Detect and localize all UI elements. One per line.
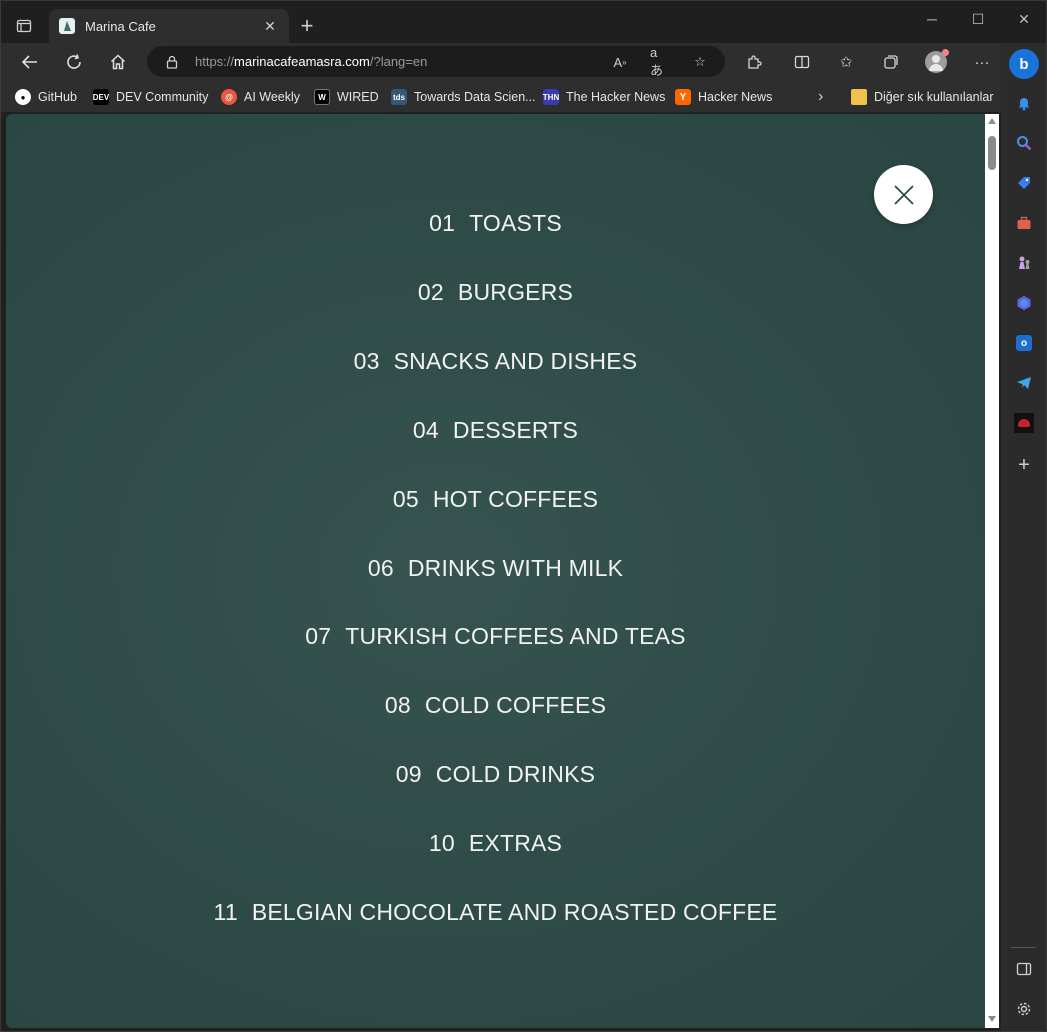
thn-icon: THN (543, 89, 559, 105)
menu-item-extras[interactable]: 10 EXTRAS (6, 830, 985, 857)
bookmark-label: DEV Community (116, 90, 209, 104)
menu-item-burgers[interactable]: 02 BURGERS (6, 279, 985, 306)
bookmark-label: GitHub (38, 90, 77, 104)
bookmark-label: Hacker News (698, 90, 773, 104)
bookmark-label: The Hacker News (566, 90, 666, 104)
ycombinator-icon: Y (675, 89, 691, 105)
bookmark-label: AI Weekly (244, 90, 301, 104)
scroll-up-arrow-icon[interactable] (988, 118, 996, 124)
new-tab-button[interactable]: + (297, 15, 317, 37)
scroll-down-arrow-icon[interactable] (988, 1016, 996, 1022)
bookmarks-folder-other[interactable]: Diğer sık kullanılanlar (851, 87, 994, 107)
lock-icon[interactable] (162, 52, 182, 72)
tools-briefcase-icon[interactable] (1014, 213, 1034, 233)
shopping-tag-icon[interactable] (1014, 173, 1034, 193)
more-options-icon[interactable]: ··· (970, 51, 994, 73)
hide-sidebar-icon[interactable] (1014, 959, 1034, 979)
scroll-thumb[interactable] (988, 136, 996, 170)
add-sidebar-app-icon[interactable]: + (1014, 454, 1034, 476)
menu-item-cold-drinks[interactable]: 09 COLD DRINKS (6, 761, 985, 788)
github-icon: ● (15, 89, 31, 105)
edge-sidebar: b o + (1001, 43, 1046, 1031)
tds-icon: tds (391, 89, 407, 105)
page-scrollbar[interactable] (985, 114, 999, 1028)
bing-copilot-icon[interactable]: b (1009, 49, 1039, 79)
tab-title: Marina Cafe (85, 18, 156, 34)
bookmark-label: WIRED (337, 90, 379, 104)
favorite-star-icon[interactable]: ☆ (690, 52, 710, 72)
bookmark-hacker-news[interactable]: Y Hacker News (675, 87, 772, 107)
notifications-bell-icon[interactable] (1014, 93, 1034, 113)
bookmarks-overflow-chevron-icon[interactable]: › (818, 87, 823, 107)
favorites-icon[interactable]: ✩ (834, 51, 858, 73)
maximize-icon[interactable]: ☐ (955, 11, 1001, 28)
menu-overlay: 01 TOASTS 02 BURGERS 03 SNACKS AND DISHES 0… (6, 114, 985, 1028)
menu-item-desserts[interactable]: 04 DESSERTS (6, 417, 985, 444)
window-close-icon[interactable]: ✕ (1001, 11, 1047, 28)
menu-item-drinks-with-milk[interactable]: 06 DRINKS WITH MILK (6, 555, 985, 582)
microsoft-365-icon[interactable] (1014, 293, 1034, 313)
search-icon[interactable] (1014, 133, 1034, 153)
bookmark-ai-weekly[interactable]: @ AI Weekly (221, 87, 300, 107)
tab-close-icon[interactable]: ✕ (261, 18, 279, 35)
telegram-icon[interactable] (1014, 373, 1034, 393)
menu-item-belgian-chocolate-and-roasted-coffee[interactable]: 11 BELGIAN CHOCOLATE AND ROASTED COFFEE (6, 899, 985, 926)
menu-item-toasts[interactable]: 01 TOASTS (6, 210, 985, 237)
translate-icon[interactable]: aあ (650, 45, 670, 78)
bookmark-github[interactable]: ● GitHub (15, 87, 77, 107)
sidebar-divider (1011, 947, 1036, 948)
close-icon (893, 184, 914, 205)
bookmark-wired[interactable]: W WIRED (314, 87, 379, 107)
refresh-button[interactable] (62, 51, 86, 73)
wired-icon: W (314, 89, 330, 105)
ai-weekly-icon: @ (221, 89, 237, 105)
browser-window: Marina Cafe ✕ + ─ ☐ ✕ https://marinacafe… (0, 0, 1047, 1032)
outlook-icon[interactable]: o (1014, 333, 1034, 353)
sidebar-settings-gear-icon[interactable] (1014, 999, 1034, 1019)
games-chess-icon[interactable] (1014, 253, 1034, 273)
split-screen-icon[interactable] (790, 51, 814, 73)
bookmarks-bar: ● GitHub DEV DEV Community @ AI Weekly W… (1, 81, 1001, 112)
menu-item-turkish-coffees-and-teas[interactable]: 07 TURKISH COFFEES AND TEAS (6, 623, 985, 650)
red-app-icon[interactable] (1014, 413, 1034, 433)
bookmark-label: Towards Data Scien... (414, 90, 536, 104)
home-button[interactable] (106, 51, 130, 73)
bookmark-the-hacker-news[interactable]: THN The Hacker News (543, 87, 665, 107)
folder-icon (851, 89, 867, 105)
menu-item-snacks-and-dishes[interactable]: 03 SNACKS AND DISHES (6, 348, 985, 375)
tab-actions-icon[interactable] (11, 13, 37, 39)
navigation-bar: https://marinacafeamasra.com/?lang=en A»… (1, 43, 1046, 81)
active-tab[interactable]: Marina Cafe ✕ (49, 9, 289, 43)
tab-bar: Marina Cafe ✕ + ─ ☐ ✕ (1, 1, 1046, 43)
bookmark-towards-data-science[interactable]: tds Towards Data Scien... (391, 87, 536, 107)
folder-label: Diğer sık kullanılanlar (874, 90, 994, 104)
back-button[interactable] (18, 51, 42, 73)
dev-icon: DEV (93, 89, 109, 105)
extensions-icon[interactable] (742, 51, 766, 73)
menu-item-cold-coffees[interactable]: 08 COLD COFFEES (6, 692, 985, 719)
profile-avatar-icon[interactable] (924, 49, 949, 73)
address-bar[interactable]: https://marinacafeamasra.com/?lang=en A»… (147, 45, 725, 78)
collections-icon[interactable] (879, 51, 903, 73)
minimize-icon[interactable]: ─ (909, 11, 955, 27)
bookmark-dev-community[interactable]: DEV DEV Community (93, 87, 208, 107)
url-text[interactable]: https://marinacafeamasra.com/?lang=en (195, 54, 427, 69)
read-aloud-icon[interactable]: A» (610, 52, 630, 72)
menu-item-hot-coffees[interactable]: 05 HOT COFFEES (6, 486, 985, 513)
marina-cafe-favicon-icon (59, 18, 75, 34)
